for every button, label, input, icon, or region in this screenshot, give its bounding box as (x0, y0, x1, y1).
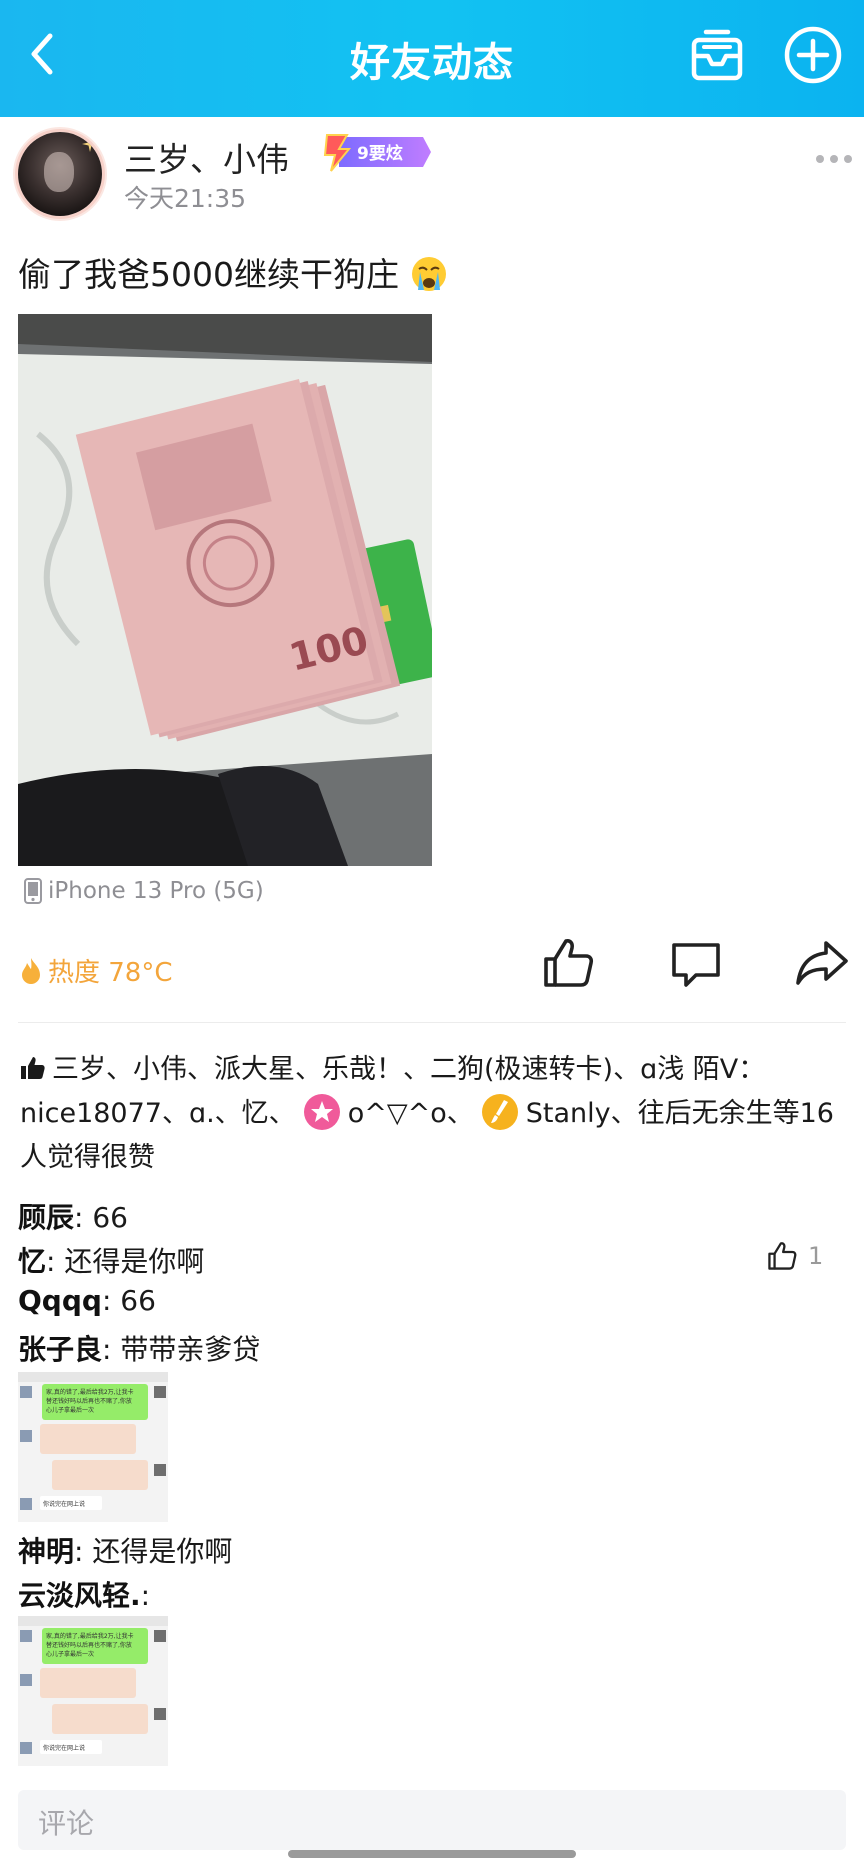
more-icon[interactable] (814, 153, 854, 165)
comment-item[interactable]: 神明: 还得是你啊 (18, 1530, 232, 1570)
chat-screenshot-image: 家,真的错了,最后给我2万,让我卡 替还钱好吗以后再也不赌了,你放 心儿子拿最后… (18, 1616, 168, 1766)
comment-user[interactable]: Qqqq (18, 1284, 102, 1317)
sparkle-icon (82, 136, 98, 152)
top-bar: 好友动态 (0, 0, 864, 117)
phone-icon (24, 878, 42, 904)
brush-badge-icon (481, 1094, 518, 1130)
svg-text:替还钱好吗以后再也不赌了,你放: 替还钱好吗以后再也不赌了,你放 (46, 1641, 132, 1649)
avatar[interactable] (18, 132, 102, 216)
svg-text:替还钱好吗以后再也不赌了,你放: 替还钱好吗以后再也不赌了,你放 (46, 1397, 132, 1405)
divider (18, 1022, 846, 1023)
likes-list: 三岁、小伟、派大星、乐哉！、二狗(极速转卡)、ɑ浅 陌V：nice18077、ɑ… (20, 1048, 850, 1180)
post-header: 三岁、小伟 9要炫 今天21:35 (0, 117, 864, 232)
device-label: iPhone 13 Pro (5G) (48, 878, 264, 904)
crying-face-icon (412, 257, 447, 291)
comment-like-count: 1 (808, 1242, 824, 1270)
comment-item[interactable]: 云淡风轻.: (18, 1574, 150, 1614)
chat-screenshot-image: 家,真的错了,最后给我2万,让我卡 替还钱好吗以后再也不赌了,你放 心儿子拿最后… (18, 1372, 168, 1522)
thumbs-up-filled-icon (21, 1057, 45, 1079)
svg-text:9要炫: 9要炫 (357, 143, 403, 164)
comment-item[interactable]: 忆: 还得是你啊 (18, 1240, 204, 1280)
avatar-face (44, 152, 74, 192)
post-text-content: 偷了我爸5000继续干狗庄 (18, 255, 399, 294)
device-info: iPhone 13 Pro (5G) (24, 878, 264, 904)
comment-like-button[interactable]: 1 (766, 1240, 823, 1272)
post-text: 偷了我爸5000继续干狗庄 (18, 248, 447, 296)
comment-item[interactable]: Qqqq: 66 (18, 1284, 156, 1317)
comment-user[interactable]: 云淡风轻. (18, 1579, 141, 1612)
money-photo-image: 100 (18, 314, 432, 866)
heat-label: 热度 78°C (48, 958, 173, 988)
svg-text:你说完在网上说: 你说完在网上说 (43, 1500, 85, 1508)
comment-user[interactable]: 神明 (18, 1535, 74, 1568)
comment-text: : (140, 1579, 151, 1612)
comment-user[interactable]: 顾辰 (18, 1201, 74, 1234)
comment-text: : 还得是你啊 (74, 1535, 233, 1568)
flame-icon (22, 957, 40, 984)
svg-text:你说完在网上说: 你说完在网上说 (43, 1744, 85, 1752)
comment-input-placeholder: 评论 (38, 1807, 95, 1840)
comment-text: : 66 (74, 1201, 128, 1234)
svg-text:家,真的错了,最后给我2万,让我卡: 家,真的错了,最后给我2万,让我卡 (46, 1388, 134, 1396)
svg-text:家,真的错了,最后给我2万,让我卡: 家,真的错了,最后给我2万,让我卡 (46, 1632, 134, 1640)
comment-input[interactable]: 评论 (18, 1790, 846, 1850)
plus-circle-icon[interactable] (782, 24, 844, 86)
like-icon[interactable] (540, 935, 596, 991)
comment-text: : 66 (101, 1284, 156, 1317)
comment-item[interactable]: 张子良: 带带亲爹贷 (18, 1328, 260, 1368)
star-badge-icon (303, 1094, 340, 1130)
likes-text-2: o^▽^o、 (347, 1098, 474, 1129)
comment-user[interactable]: 忆 (18, 1245, 46, 1278)
home-indicator (288, 1850, 576, 1858)
heat-indicator: 热度 78°C (20, 952, 173, 989)
post-time: 今天21:35 (124, 184, 247, 213)
post-photo[interactable]: 100 (18, 314, 432, 866)
comment-icon[interactable] (668, 935, 724, 991)
vip-badge-icon[interactable]: 9要炫 (317, 129, 433, 175)
comment-user[interactable]: 张子良 (18, 1333, 102, 1366)
thumbs-up-icon (768, 1242, 797, 1270)
mail-icon[interactable] (686, 26, 748, 88)
post-username[interactable]: 三岁、小伟 (124, 133, 289, 181)
svg-text:心儿子拿最后一次: 心儿子拿最后一次 (46, 1650, 94, 1658)
comment-text: : 带带亲爹贷 (102, 1333, 261, 1366)
comment-image[interactable]: 家,真的错了,最后给我2万,让我卡 替还钱好吗以后再也不赌了,你放 心儿子拿最后… (18, 1372, 168, 1522)
share-icon[interactable] (794, 935, 850, 991)
comment-text: : 还得是你啊 (46, 1245, 205, 1278)
comment-image[interactable]: 家,真的错了,最后给我2万,让我卡 替还钱好吗以后再也不赌了,你放 心儿子拿最后… (18, 1616, 168, 1766)
comment-item[interactable]: 顾辰: 66 (18, 1196, 128, 1236)
svg-text:心儿子拿最后一次: 心儿子拿最后一次 (46, 1406, 94, 1414)
